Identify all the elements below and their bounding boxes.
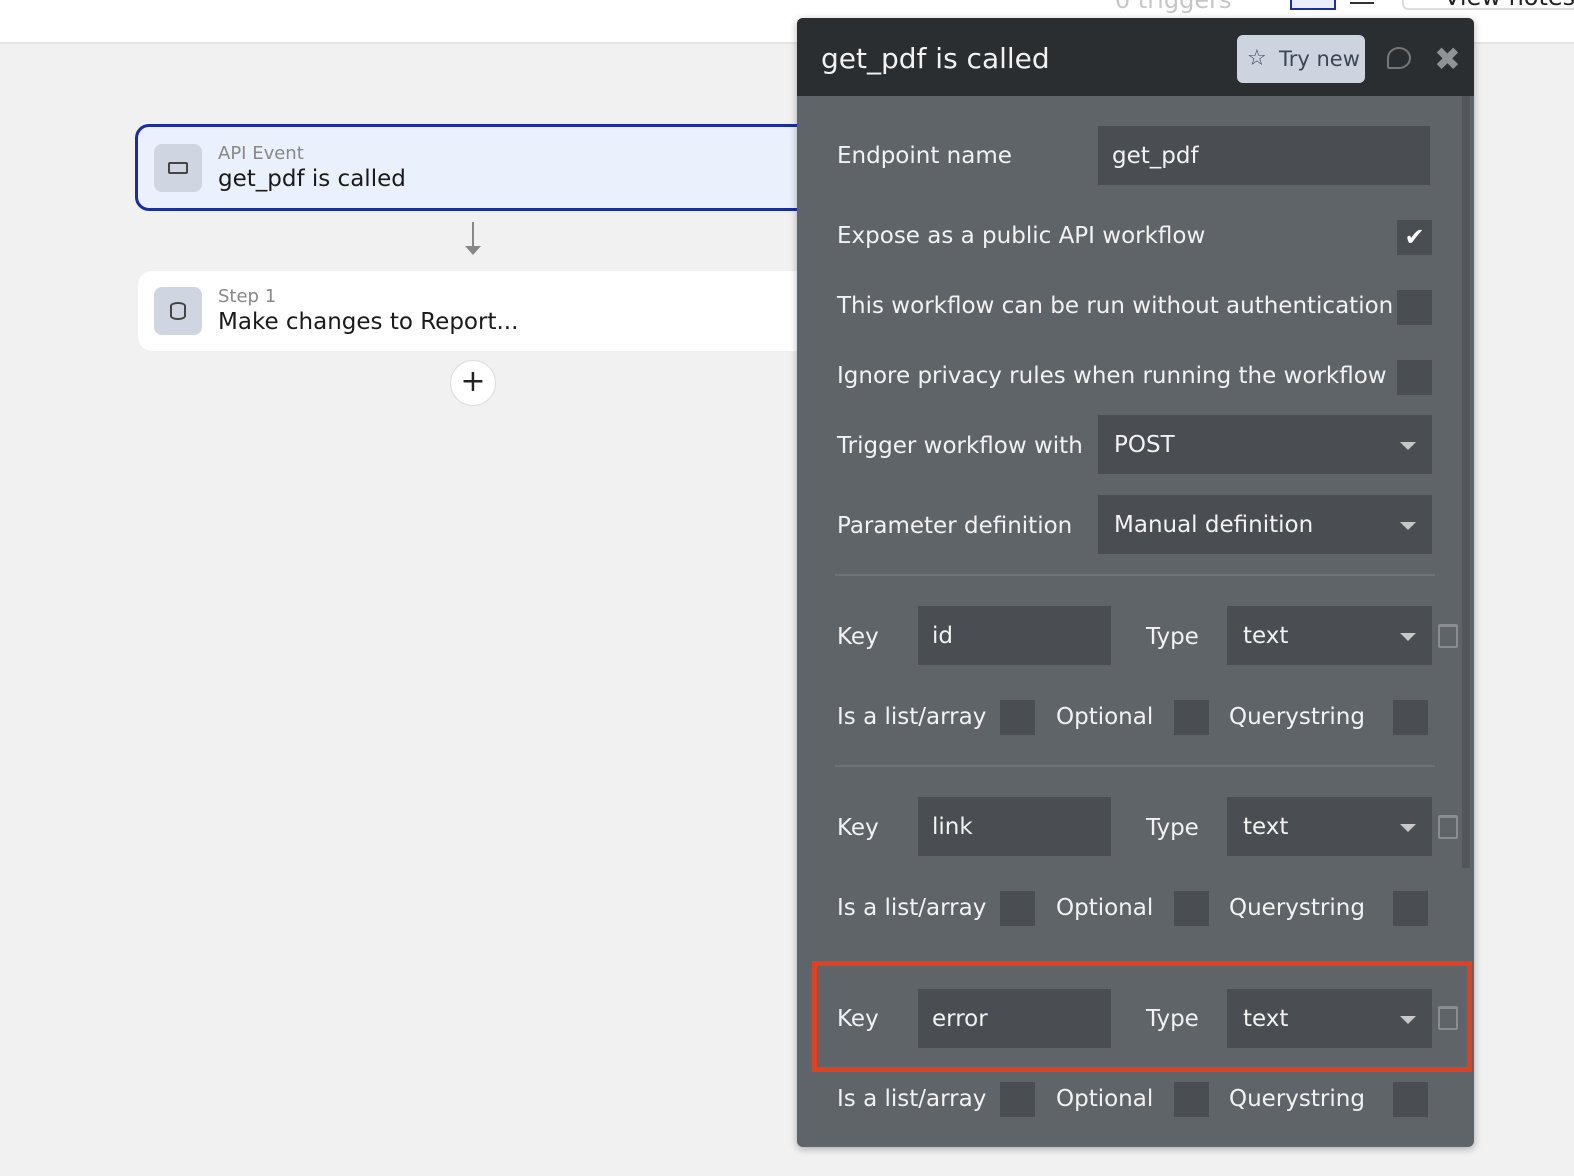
is-list-label: Is a list/array <box>837 704 987 730</box>
querystring-label: Querystring <box>1229 1086 1365 1112</box>
try-new-button[interactable]: ☆ Try new <box>1237 35 1365 83</box>
close-icon[interactable]: ✖ <box>1434 40 1461 78</box>
view-notes-button[interactable]: View notes <box>1402 0 1574 10</box>
panel-title: get_pdf is called <box>821 42 1050 75</box>
divider <box>835 765 1435 767</box>
parameter-definition-value: Manual definition <box>1114 511 1314 538</box>
flow-arrow-icon <box>472 222 474 248</box>
panel-header: get_pdf is called ☆ Try new ✖ <box>797 18 1474 96</box>
is-list-checkbox[interactable] <box>1000 891 1035 926</box>
optional-label: Optional <box>1056 895 1154 921</box>
expose-public-label: Expose as a public API workflow <box>837 223 1206 249</box>
optional-label: Optional <box>1056 1086 1154 1112</box>
try-new-label: Try new <box>1279 47 1360 71</box>
trash-icon[interactable] <box>1438 624 1458 648</box>
triggers-count[interactable]: 0 triggers <box>1115 0 1231 14</box>
optional-checkbox[interactable] <box>1174 700 1209 735</box>
querystring-checkbox[interactable] <box>1393 891 1428 926</box>
querystring-label: Querystring <box>1229 704 1365 730</box>
event-title: get_pdf is called <box>218 165 406 192</box>
is-list-label: Is a list/array <box>837 1086 987 1112</box>
ignore-privacy-label: Ignore privacy rules when running the wo… <box>837 363 1387 389</box>
api-event-card[interactable]: API Event get_pdf is called <box>135 124 815 211</box>
querystring-checkbox[interactable] <box>1393 700 1428 735</box>
scrollbar[interactable] <box>1462 96 1470 868</box>
key-label: Key <box>837 624 879 650</box>
querystring-label: Querystring <box>1229 895 1365 921</box>
parameter-definition-select[interactable]: Manual definition <box>1098 495 1432 554</box>
trash-icon[interactable] <box>1438 815 1458 839</box>
optional-checkbox[interactable] <box>1174 1082 1209 1117</box>
parameter-definition-label: Parameter definition <box>837 513 1073 539</box>
api-event-icon <box>154 143 202 192</box>
param-type-value: text <box>1243 622 1289 649</box>
endpoint-name-label: Endpoint name <box>837 143 1012 169</box>
step-type: Step 1 <box>218 286 277 307</box>
layout-toggle-icon[interactable] <box>1290 0 1336 10</box>
step-title: Make changes to Report... <box>218 309 519 335</box>
database-icon <box>154 287 202 335</box>
comment-icon[interactable] <box>1387 47 1411 69</box>
no-auth-checkbox[interactable] <box>1397 290 1432 325</box>
trigger-method-label: Trigger workflow with <box>837 433 1083 459</box>
param-type-value: text <box>1243 813 1289 840</box>
trigger-method-value: POST <box>1114 431 1175 458</box>
type-label: Type <box>1146 624 1199 650</box>
add-step-button[interactable]: + <box>450 360 496 406</box>
arrow-head <box>465 246 481 255</box>
expose-public-checkbox[interactable]: ✔ <box>1397 220 1432 255</box>
sparkle-star-icon: ☆ <box>1247 46 1267 71</box>
ignore-privacy-checkbox[interactable] <box>1397 360 1432 395</box>
trigger-method-select[interactable]: POST <box>1098 415 1432 474</box>
querystring-checkbox[interactable] <box>1393 1082 1428 1117</box>
event-type: API Event <box>218 142 304 164</box>
is-list-checkbox[interactable] <box>1000 700 1035 735</box>
is-list-checkbox[interactable] <box>1000 1082 1035 1117</box>
menu-icon[interactable] <box>1350 2 1374 4</box>
param-key-input[interactable]: id <box>918 606 1111 665</box>
key-label: Key <box>837 815 879 841</box>
param-key-input[interactable]: link <box>918 797 1111 856</box>
view-notes-label: View notes <box>1444 0 1574 8</box>
endpoint-name-input[interactable]: get_pdf <box>1098 126 1430 185</box>
optional-checkbox[interactable] <box>1174 891 1209 926</box>
is-list-label: Is a list/array <box>837 895 987 921</box>
step-1-card[interactable]: Step 1 Make changes to Report... <box>138 271 818 351</box>
highlight-box <box>812 961 1472 1072</box>
type-label: Type <box>1146 815 1199 841</box>
no-auth-label: This workflow can be run without authent… <box>837 293 1394 319</box>
optional-label: Optional <box>1056 704 1154 730</box>
divider <box>835 574 1435 576</box>
param-type-select[interactable]: text <box>1227 797 1432 856</box>
param-type-select[interactable]: text <box>1227 606 1432 665</box>
